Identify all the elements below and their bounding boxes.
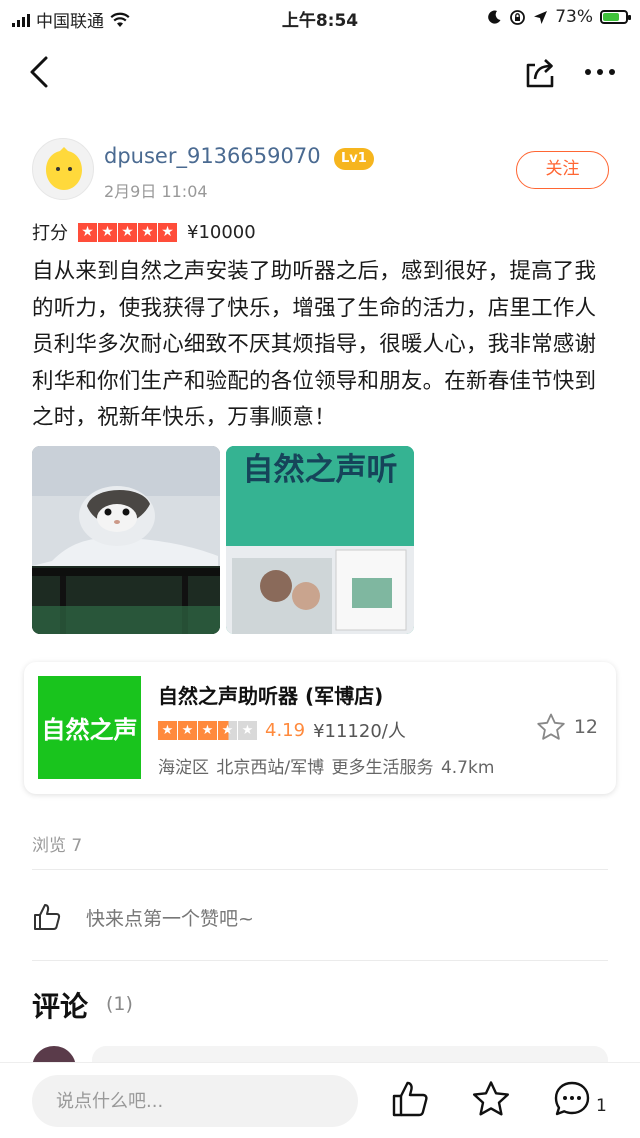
status-bar-right: 73% [486, 7, 631, 27]
location-arrow-icon [534, 10, 548, 24]
comment-button-icon[interactable] [552, 1079, 592, 1119]
review-photo-store[interactable]: 自然之声听 [226, 446, 414, 634]
shop-rating-row: ★ ★ ★ ★ ★ 4.19 ¥11120/人 [158, 717, 406, 743]
like-row[interactable]: 快来点第一个赞吧~ [32, 902, 254, 932]
like-prompt: 快来点第一个赞吧~ [86, 907, 254, 930]
star-icon: ★ [98, 222, 117, 242]
star-icon: ★ [158, 222, 177, 242]
review-text: 自从来到自然之声安装了助听器之后，感到很好，提高了我的听力，使我获得了快乐，增强… [32, 259, 597, 430]
author-avatar[interactable] [32, 138, 94, 200]
lemon-avatar-icon [46, 147, 82, 190]
post-time: 2月9日 11:04 [104, 182, 208, 201]
rating-stars: ★ ★ ★ ★ ★ [78, 222, 177, 242]
bottom-bar: 1 [0, 1062, 640, 1138]
level-badge: Lv1 [334, 148, 374, 170]
comments-title: 评论 [32, 990, 89, 1023]
shop-card[interactable]: 自然之声 自然之声助听器 (军博店) ★ ★ ★ ★ ★ 4.19 ¥11120… [24, 662, 616, 794]
star-empty-icon: ★ [238, 720, 257, 740]
comment-count: 1 [596, 1096, 607, 1116]
shop-price: ¥11120/人 [313, 721, 406, 742]
rating-row: 打分 ★ ★ ★ ★ ★ ¥10000 [32, 219, 256, 245]
rating-price: ¥10000 [187, 221, 256, 243]
store-photo-image: 自然之声听 [226, 446, 414, 634]
more-icon[interactable] [580, 54, 620, 90]
divider [32, 869, 608, 870]
star-icon: ★ [138, 222, 157, 242]
star-icon: ★ [178, 720, 197, 740]
star-outline-icon [537, 713, 565, 740]
author-username[interactable]: dpuser_9136659070 [104, 144, 321, 168]
comment-input[interactable] [32, 1075, 358, 1127]
shop-meta: 海淀区 北京西站/军博 更多生活服务 4.7km [158, 758, 495, 778]
store-sign-text: 自然之声听 [243, 452, 398, 488]
divider [32, 960, 608, 961]
star-half-icon: ★ [218, 720, 237, 740]
thumbs-up-icon [34, 904, 61, 930]
star-icon: ★ [78, 222, 97, 242]
shop-stars: ★ ★ ★ ★ ★ [158, 720, 257, 740]
like-button-icon[interactable] [390, 1079, 430, 1119]
shop-favorite[interactable]: 12 [536, 712, 598, 742]
share-icon[interactable] [522, 54, 558, 90]
rotation-lock-icon [510, 9, 526, 25]
view-count: 浏览 7 [32, 836, 83, 856]
ferret-photo-image [32, 446, 220, 634]
review-photo-ferret[interactable] [32, 446, 220, 634]
battery-percent: 73% [555, 7, 593, 27]
favorite-button-icon[interactable] [471, 1079, 511, 1119]
shop-name: 自然之声助听器 (军博店) [158, 684, 384, 708]
status-bar: 中国联通 上午8:54 73% [0, 0, 640, 34]
back-icon[interactable] [22, 54, 58, 90]
rating-label: 打分 [32, 223, 68, 244]
moon-icon [488, 10, 501, 24]
follow-button[interactable]: 关注 [516, 151, 609, 189]
battery-fill [603, 13, 620, 21]
star-icon: ★ [158, 720, 177, 740]
comments-count: (1) [106, 993, 133, 1015]
battery-icon [600, 10, 631, 24]
star-icon: ★ [118, 222, 137, 242]
star-icon: ★ [198, 720, 217, 740]
shop-fav-count: 12 [573, 716, 598, 738]
shop-score: 4.19 [265, 719, 306, 741]
nav-bar [0, 40, 640, 104]
shop-logo: 自然之声 [38, 676, 141, 779]
